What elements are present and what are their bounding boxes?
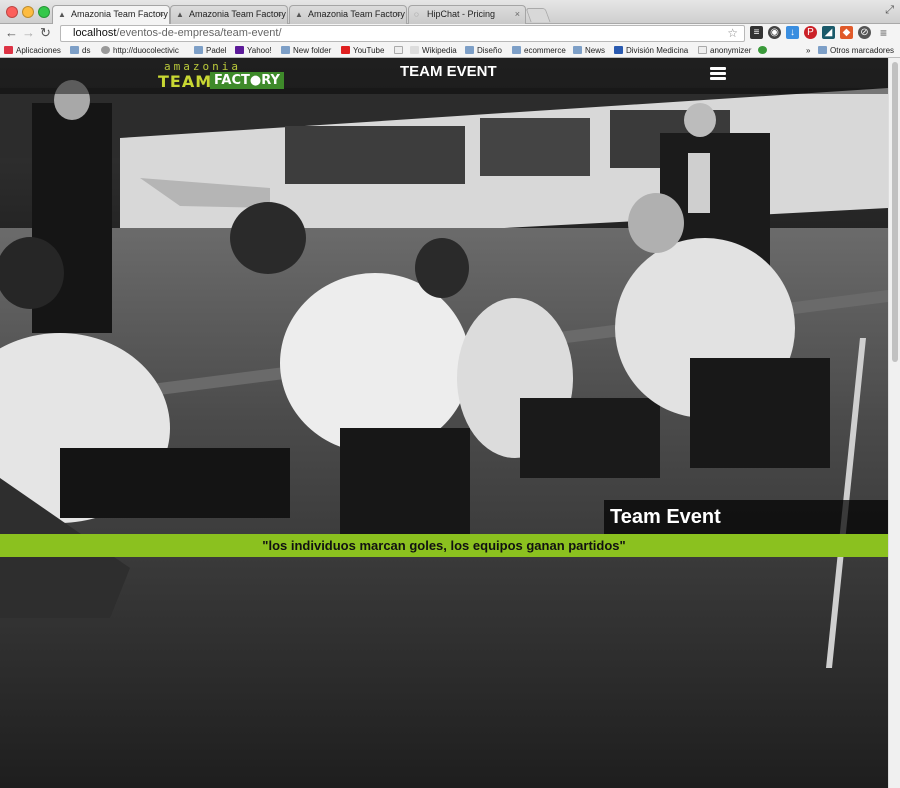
browser-tab[interactable]: ◌ HipChat - Pricing × (408, 5, 526, 24)
circle-extension-icon[interactable]: ◉ (768, 26, 781, 39)
site-header: amazonia TEAM FACT●RY TEAM EVENT (0, 58, 888, 94)
wikipedia-icon (410, 46, 419, 54)
browser-titlebar: ▲ Amazonia Team Factory Te × ▲ Amazonia … (0, 0, 900, 24)
minimize-window-button[interactable] (22, 6, 34, 18)
page-title: TEAM EVENT (400, 63, 497, 80)
folder-icon (573, 46, 582, 54)
fullscreen-icon[interactable]: ⤢ (885, 4, 894, 17)
close-tab-icon[interactable]: × (396, 9, 401, 19)
site-logo[interactable]: amazonia TEAM FACT●RY (158, 60, 284, 91)
extension-icon[interactable]: ◢ (822, 26, 835, 39)
close-tab-icon[interactable]: × (277, 9, 282, 19)
hero-image (0, 58, 888, 788)
yahoo-icon (235, 46, 244, 54)
bookmark-link[interactable] (394, 45, 406, 56)
tab-label: Amazonia Team Factory K (308, 9, 407, 19)
browser-tab[interactable]: ▲ Amazonia Team Factory Te × (52, 5, 170, 24)
event-title: Team Event (610, 506, 721, 528)
chat-bubble-icon: ◌ (414, 10, 419, 19)
bookmark-link[interactable]: Yahoo! (235, 45, 272, 56)
folder-icon (512, 46, 521, 54)
bookmark-folder[interactable]: ecommerce (512, 45, 566, 56)
quote-text: "los individuos marcan goles, los equipo… (262, 538, 626, 553)
tug-of-war-photo (0, 58, 888, 788)
close-window-button[interactable] (6, 6, 18, 18)
bookmark-folder[interactable]: Padel (194, 45, 226, 56)
address-bar[interactable]: localhost/eventos-de-empresa/team-event/… (60, 25, 745, 42)
browser-toolbar: ← → ↻ localhost/eventos-de-empresa/team-… (0, 24, 900, 43)
bookmark-link[interactable]: División Medicina (614, 45, 688, 56)
youtube-icon (341, 46, 350, 54)
folder-icon (465, 46, 474, 54)
folder-icon (194, 46, 203, 54)
bookmark-folder[interactable]: News (573, 45, 605, 56)
tab-label: Amazonia Team Factory Te (71, 9, 170, 19)
close-tab-icon[interactable]: × (159, 9, 164, 19)
bookmark-link[interactable]: http://duocolectivic (101, 45, 179, 56)
page-icon (698, 46, 707, 54)
close-tab-icon[interactable]: × (515, 9, 520, 19)
apps-grid-icon (4, 46, 13, 54)
url-host: localhost (73, 27, 117, 39)
bookmark-folder[interactable]: ds (70, 45, 90, 56)
block-icon[interactable]: ⊘ (858, 26, 871, 39)
page-icon: ▲ (176, 10, 184, 19)
page-scrollbar[interactable] (888, 58, 900, 788)
tab-label: HipChat - Pricing (427, 9, 496, 19)
folder-icon (818, 46, 827, 54)
bookmark-apps[interactable]: Aplicaciones (4, 45, 61, 56)
other-bookmarks-folder[interactable]: Otros marcadores (818, 45, 894, 56)
folder-icon (70, 46, 79, 54)
bookmark-folder[interactable]: Diseño (465, 45, 502, 56)
extension-icon[interactable]: ◆ (840, 26, 853, 39)
browser-tab[interactable]: ▲ Amazonia Team Factory K × (170, 5, 288, 24)
bookmark-folder[interactable]: New folder (281, 45, 331, 56)
scrollbar-thumb[interactable] (892, 62, 898, 362)
browser-tab[interactable]: ▲ Amazonia Team Factory K × (289, 5, 407, 24)
back-arrow-icon[interactable]: ← (5, 25, 18, 41)
page-icon (394, 46, 403, 54)
bookmark-link[interactable] (758, 45, 770, 56)
layers-extension-icon[interactable]: ≡ (750, 26, 763, 39)
extension-icon (758, 46, 767, 54)
bookmark-link[interactable]: anonymizer (698, 45, 751, 56)
folder-icon (281, 46, 290, 54)
new-tab-button[interactable] (525, 8, 551, 22)
pinterest-icon[interactable]: P (804, 26, 817, 39)
logo-factory-text: FACT●RY (210, 72, 284, 89)
bookmarks-bar: Aplicaciones ds http://duocolectivic Pad… (0, 43, 900, 58)
hamburger-menu-icon[interactable] (710, 67, 726, 81)
bookmark-link[interactable]: Wikipedia (410, 45, 457, 56)
page-icon: ▲ (58, 10, 66, 19)
forward-arrow-icon[interactable]: → (22, 25, 35, 41)
page-viewport: amazonia TEAM FACT●RY TEAM EVENT Team Ev… (0, 58, 888, 788)
reload-icon[interactable]: ↻ (40, 25, 51, 41)
bookmark-star-icon[interactable]: ☆ (727, 26, 738, 41)
tab-label: Amazonia Team Factory K (189, 9, 288, 19)
quote-band: "los individuos marcan goles, los equipo… (0, 534, 888, 557)
bookmark-link[interactable]: YouTube (341, 45, 384, 56)
more-bookmarks-chevron[interactable]: » (806, 45, 810, 56)
download-icon[interactable]: ↓ (786, 26, 799, 39)
url-path: /eventos-de-empresa/team-event/ (116, 27, 282, 39)
page-icon: ▲ (295, 10, 303, 19)
chrome-menu-icon[interactable]: ≡ (880, 25, 887, 41)
globe-icon (101, 46, 110, 54)
zoom-window-button[interactable] (38, 6, 50, 18)
event-title-banner: Team Event (604, 500, 888, 534)
logo-team-text: TEAM (158, 72, 213, 91)
medicine-icon (614, 46, 623, 54)
